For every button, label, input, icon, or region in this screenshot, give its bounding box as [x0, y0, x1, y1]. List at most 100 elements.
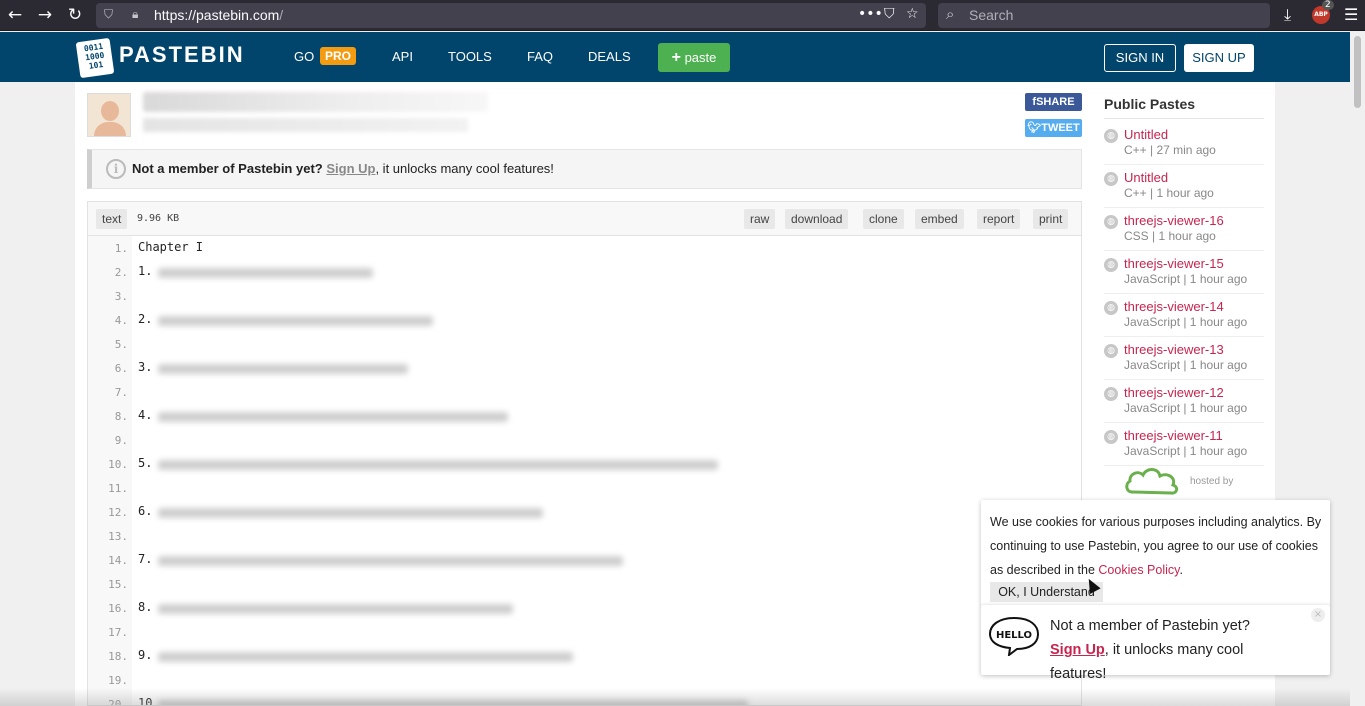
public-paste-item[interactable]: ◍ threejs-viewer-12 JavaScript | 1 hour ag… [1104, 380, 1264, 423]
public-paste-link[interactable]: Untitled [1124, 170, 1168, 185]
more-icon[interactable]: ••• [858, 6, 883, 22]
code-line: 10. 5. [88, 452, 1081, 476]
reload-icon[interactable]: ↻ [64, 4, 86, 26]
sign-up-button[interactable]: SIGN UP [1184, 44, 1254, 72]
blurred-text [158, 412, 508, 422]
public-paste-item[interactable]: ◍ threejs-viewer-16 CSS | 1 hour ago [1104, 208, 1264, 251]
url-text[interactable]: https://pastebin.com/ [154, 7, 283, 23]
public-paste-meta: JavaScript | 1 hour ago [1124, 444, 1248, 458]
notice-signup-link[interactable]: Sign Up [326, 161, 375, 176]
scrollbar-thumb[interactable] [1354, 36, 1361, 108]
line-text[interactable]: 9. [138, 648, 152, 662]
cookie-text: We use cookies for various purposes incl… [990, 510, 1322, 582]
public-paste-meta: C++ | 1 hour ago [1124, 186, 1214, 200]
notice-prefix: Not a member of Pastebin yet? [132, 161, 323, 176]
avatar-head [101, 101, 119, 121]
public-paste-link[interactable]: threejs-viewer-15 [1124, 256, 1224, 271]
line-number: 3. [114, 290, 128, 303]
url-host: https://pastebin.com [154, 7, 280, 23]
code-line: 15. [88, 572, 1081, 596]
logo-icon[interactable]: 0011 1000 101 [75, 37, 115, 79]
line-number: 2. [114, 266, 128, 279]
line-text[interactable]: Chapter I [138, 240, 203, 254]
line-number: 8. [114, 410, 128, 423]
syntax-tag[interactable]: text [96, 209, 128, 229]
address-bar[interactable]: ⛉ 🔒︎ https://pastebin.com/ ••• ⛉ ☆ [96, 3, 926, 28]
public-paste-meta: JavaScript | 1 hour ago [1124, 401, 1248, 415]
cloud-host-logo[interactable] [1124, 466, 1184, 496]
public-paste-meta: CSS | 1 hour ago [1124, 229, 1216, 243]
menu-icon[interactable]: ☰ [1344, 5, 1358, 24]
star-icon[interactable]: ☆ [906, 6, 919, 22]
public-paste-meta: JavaScript | 1 hour ago [1124, 315, 1248, 329]
raw-button[interactable]: raw [744, 209, 776, 229]
public-paste-item[interactable]: ◍ threejs-viewer-11 JavaScript | 1 hour ag… [1104, 423, 1264, 466]
code-line: 16. 8. [88, 596, 1081, 620]
public-paste-link[interactable]: threejs-viewer-14 [1124, 299, 1224, 314]
public-paste-link[interactable]: threejs-viewer-12 [1124, 385, 1224, 400]
line-number: 4. [114, 314, 128, 327]
download-icon[interactable]: ⤓ [1284, 5, 1291, 25]
public-paste-meta: C++ | 27 min ago [1124, 143, 1216, 157]
public-paste-meta: JavaScript | 1 hour ago [1124, 358, 1248, 372]
nav-api[interactable]: API [392, 49, 413, 64]
line-number: 9. [114, 434, 128, 447]
public-paste-item[interactable]: ◍ Untitled C++ | 1 hour ago [1104, 165, 1264, 208]
line-text[interactable]: 3. [138, 360, 152, 374]
line-number: 16. [108, 602, 128, 615]
public-paste-item[interactable]: ◍ threejs-viewer-15 JavaScript | 1 hour ag… [1104, 251, 1264, 294]
code-line: 1. Chapter I [88, 236, 1081, 260]
line-text[interactable]: 8. [138, 600, 152, 614]
search-input[interactable]: ⌕ Search [938, 3, 1270, 28]
hello-bubble-icon: HELLO [989, 616, 1039, 656]
line-text[interactable]: 4. [138, 408, 152, 422]
new-paste-button[interactable]: + paste [658, 43, 730, 72]
plus-icon: + [671, 49, 681, 66]
code-line: 4. 2. [88, 308, 1081, 332]
nav-deals[interactable]: DEALS [588, 49, 631, 64]
public-paste-link[interactable]: threejs-viewer-13 [1124, 342, 1224, 357]
tweet-button[interactable]: 🐦︎TWEET [1025, 119, 1082, 137]
pocket-icon[interactable]: ⛉ [884, 6, 895, 22]
embed-button[interactable]: embed [915, 209, 964, 229]
code-line: 3. [88, 284, 1081, 308]
popup-signup-link[interactable]: Sign Up [1050, 642, 1105, 658]
url-path: / [279, 7, 284, 23]
pro-badge[interactable]: PRO [320, 47, 357, 65]
report-button[interactable]: report [977, 209, 1021, 229]
scrollbar[interactable] [1350, 32, 1365, 706]
public-paste-item[interactable]: ◍ threejs-viewer-13 JavaScript | 1 hour ag… [1104, 337, 1264, 380]
forward-icon[interactable]: → [34, 4, 56, 26]
download-button[interactable]: download [785, 209, 849, 229]
nav-tools[interactable]: TOOLS [448, 49, 492, 64]
cookie-end: . [1179, 563, 1183, 577]
public-paste-item[interactable]: ◍ threejs-viewer-14 JavaScript | 1 hour ag… [1104, 294, 1264, 337]
back-icon[interactable]: ← [4, 4, 26, 26]
line-text[interactable]: 5. [138, 456, 152, 470]
nav-go[interactable]: GO [294, 49, 314, 64]
globe-icon: ◍ [1104, 344, 1118, 358]
logo-text[interactable]: PASTEBIN [119, 42, 245, 68]
public-paste-link[interactable]: threejs-viewer-16 [1124, 213, 1224, 228]
code-toolbar: text 9.96 KB raw download clone embed re… [88, 202, 1081, 236]
public-paste-link[interactable]: Untitled [1124, 127, 1168, 142]
shield-icon[interactable]: ⛉ [104, 7, 116, 23]
clone-button[interactable]: clone [863, 209, 904, 229]
blurred-text [158, 508, 543, 518]
line-text[interactable]: 7. [138, 552, 152, 566]
share-label: SHARE [1036, 96, 1075, 108]
close-icon[interactable]: × [1311, 608, 1325, 622]
nav-faq[interactable]: FAQ [527, 49, 553, 64]
sign-in-button[interactable]: SIGN IN [1104, 44, 1176, 72]
public-paste-item[interactable]: ◍ Untitled C++ | 27 min ago [1104, 122, 1264, 165]
line-text[interactable]: 2. [138, 312, 152, 326]
print-button[interactable]: print [1033, 209, 1069, 229]
line-text[interactable]: 1. [138, 264, 152, 278]
cookies-policy-link[interactable]: Cookies Policy [1098, 563, 1179, 577]
facebook-share-button[interactable]: fSHARE [1025, 93, 1082, 111]
line-text[interactable]: 6. [138, 504, 152, 518]
blurred-text [158, 604, 513, 614]
lock-icon[interactable]: 🔒︎ [132, 7, 138, 22]
public-paste-link[interactable]: threejs-viewer-11 [1124, 428, 1223, 443]
avatar[interactable] [87, 93, 131, 137]
